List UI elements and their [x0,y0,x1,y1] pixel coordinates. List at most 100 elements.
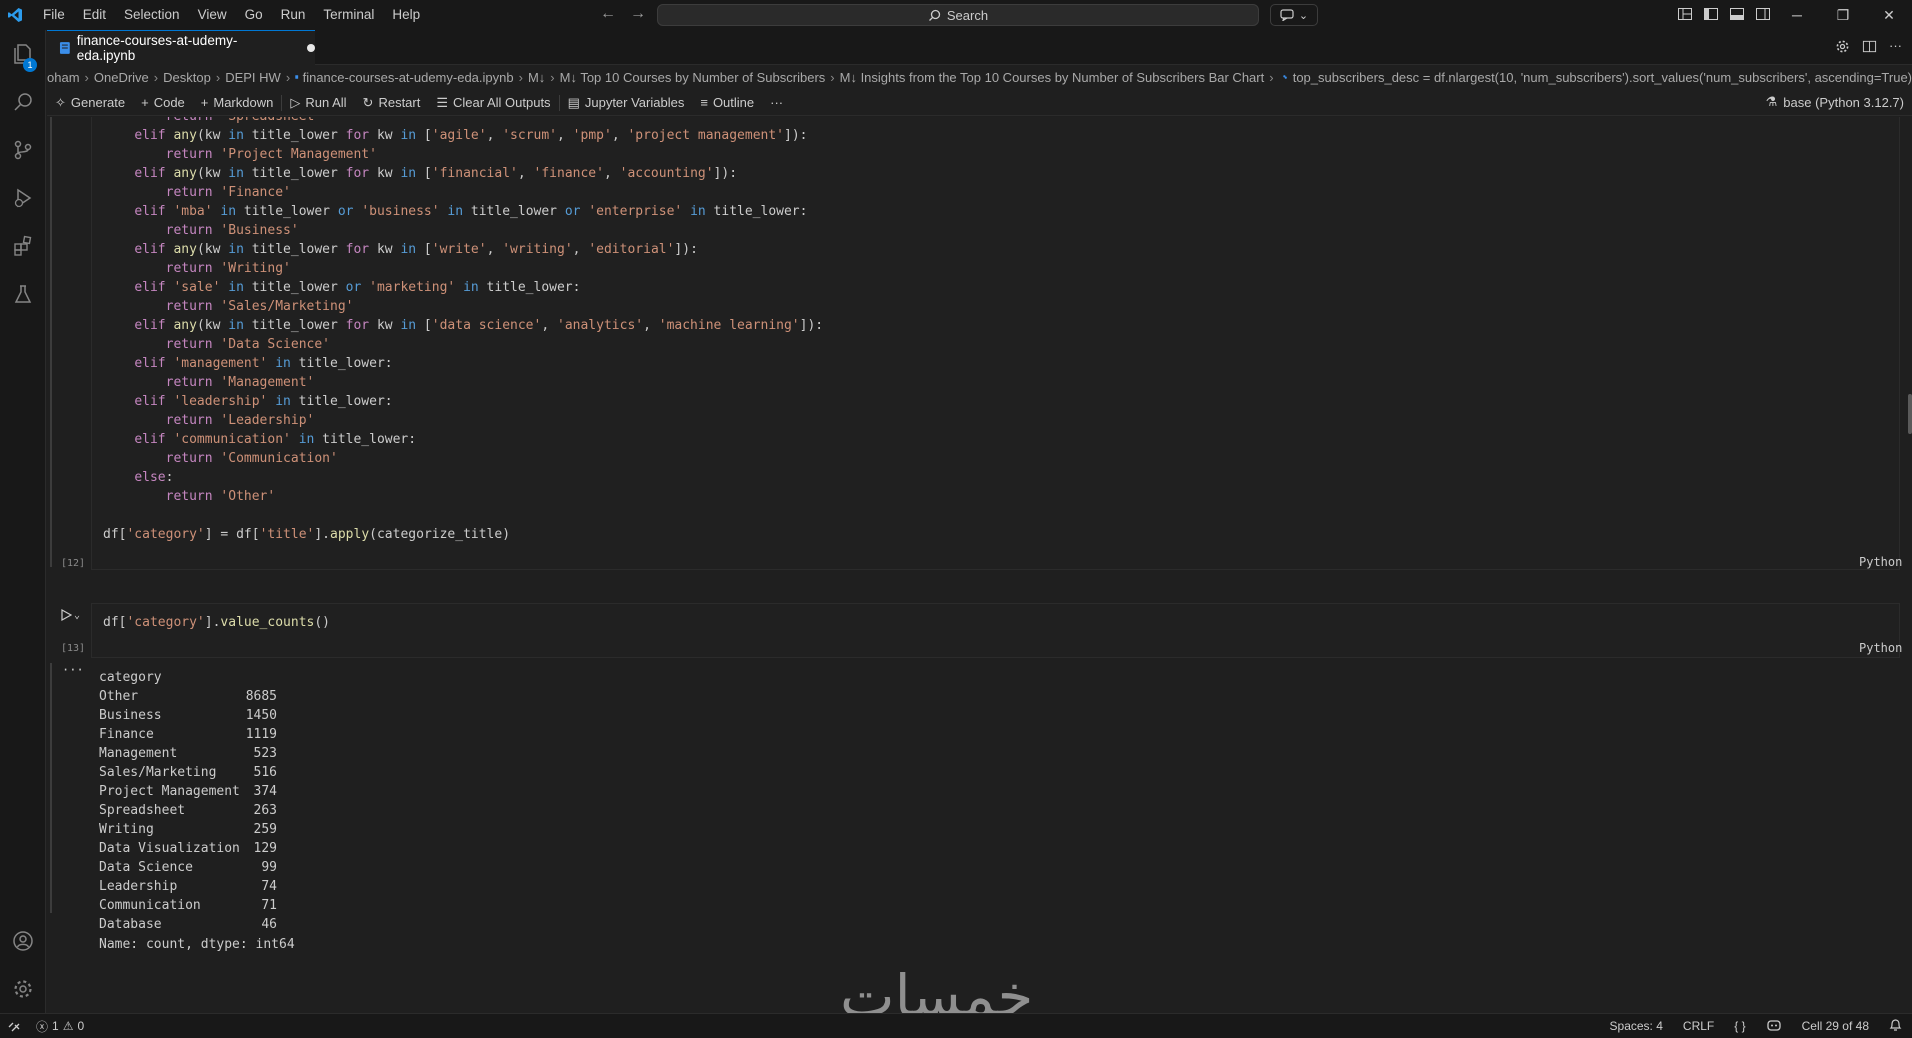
status-bar-right: Spaces: 4 CRLF { } Cell 29 of 48 [1610,1014,1902,1038]
output-row: Spreadsheet 263 [99,801,277,820]
accounts-button[interactable] [0,917,46,965]
search-view-button[interactable] [0,78,46,126]
cell-position-status[interactable]: Cell 29 of 48 [1802,1019,1869,1033]
copilot-chat-button[interactable]: ⌄ [1270,4,1318,26]
split-editor-icon[interactable] [1862,39,1877,54]
more-icon: ··· [770,95,784,110]
breadcrumb-item[interactable]: Desktop [163,70,211,85]
indentation-status[interactable]: Spaces: 4 [1610,1019,1663,1033]
search-label: Search [946,7,989,23]
code-line: df['category'] = df['title'].apply(categ… [103,527,511,542]
chevron-right-icon: › [215,69,221,85]
manage-button[interactable] [0,965,46,1013]
problems-indicator[interactable]: ⓧ 1 ⚠ 0 [36,1018,84,1035]
unsaved-dot-icon[interactable] [307,44,315,52]
breadcrumb-item[interactable]: OneDrive [94,70,149,85]
code-cell-13[interactable] [91,603,1900,658]
explorer-button[interactable]: 1 [0,30,46,78]
clear-outputs-label: Clear All Outputs [453,95,551,110]
kernel-picker[interactable]: ⚗ base (Python 3.12.7) [1766,94,1904,110]
cell-language-label[interactable]: Python [1859,555,1902,569]
customize-layout-icon[interactable] [1677,6,1695,24]
output-row-count: 71 [261,898,277,913]
plus-icon: + [141,95,149,110]
outline-button[interactable]: ≡ Outline [692,95,762,110]
close-icon[interactable]: ✕ [1866,0,1912,30]
run-debug-button[interactable] [0,174,46,222]
generate-button[interactable]: ✧ Generate [47,95,133,111]
clear-outputs-button[interactable]: ☰ Clear All Outputs [428,95,558,111]
clear-all-icon: ☰ [436,94,449,110]
run-all-icon: ▷ [290,94,301,110]
warning-count: 0 [77,1019,85,1033]
breadcrumb-item[interactable]: DEPI HW [225,70,281,85]
activity-bar: 1 [0,30,46,1013]
search-icon [928,9,941,21]
output-row: Finance 1119 [99,725,277,744]
execution-count: [12] [61,558,86,569]
back-arrow-icon[interactable]: ← [600,5,616,23]
cell-language-label[interactable]: Python [1859,641,1902,655]
code-cell-12[interactable] [91,117,1900,570]
breadcrumb-item[interactable]: M↓ Top 10 Courses by Number of Subscribe… [560,70,826,85]
output-row: Leadership 74 [99,877,277,896]
forward-arrow-icon[interactable]: → [630,5,646,23]
toggle-panel-icon[interactable] [1729,6,1747,24]
code-string: 'category' [126,615,205,630]
gear-icon[interactable] [1835,39,1850,54]
menu-help[interactable]: Help [383,0,429,30]
menu-terminal[interactable]: Terminal [314,0,383,30]
chevron-right-icon: › [518,69,523,85]
notebook-editor[interactable]: return 'Spreadsheet' elif any(kw in titl… [47,117,1912,1013]
more-toolbar-button[interactable]: ··· [762,95,791,110]
more-actions-icon[interactable]: ··· [1889,39,1902,54]
breadcrumb-item[interactable]: M↓ [528,70,545,85]
output-row-label: Other [99,689,139,704]
menu-run[interactable]: Run [272,0,315,30]
layout-controls [1677,6,1773,24]
testing-button[interactable] [0,270,46,318]
code-line: return 'Project Management' [165,147,377,162]
jupyter-variables-button[interactable]: ▤ Jupyter Variables [560,95,693,111]
tab-notebook[interactable]: finance-courses-at-udemy-eda.ipynb [47,30,315,65]
source-control-button[interactable] [0,126,46,174]
run-cell-button[interactable]: ⌄ [60,606,90,624]
code-line: return 'Communication' [165,451,338,466]
add-markdown-cell-button[interactable]: + Markdown [193,95,282,110]
add-code-cell-button[interactable]: + Code [133,95,193,110]
menu-selection[interactable]: Selection [115,0,189,30]
minimize-icon[interactable]: ─ [1774,0,1820,30]
breadcrumb-item[interactable]: finance-courses-at-udemy-eda.ipynb [303,70,514,85]
run-all-button[interactable]: ▷ Run All [282,95,354,111]
bell-icon[interactable] [1889,1018,1902,1035]
output-row: Communication 71 [99,896,277,915]
remote-indicator[interactable] [0,1014,28,1038]
editor-tab-bar: finance-courses-at-udemy-eda.ipynb ··· [47,30,1912,65]
output-row-count: 46 [261,917,277,932]
generate-label: Generate [70,95,126,110]
eol-status[interactable]: CRLF [1683,1019,1714,1033]
restore-icon[interactable]: ❐ [1820,0,1866,30]
toggle-primary-sidebar-icon[interactable] [1703,6,1721,24]
output-row: Sales/Marketing 516 [99,763,277,782]
menu-go[interactable]: Go [236,0,272,30]
breadcrumb-item[interactable]: oham [47,70,80,85]
output-focus-indicator [50,663,52,913]
output-row-label: Sales/Marketing [99,765,217,780]
restart-button[interactable]: ↻ Restart [355,95,429,111]
extensions-button[interactable] [0,222,46,270]
command-center-search[interactable]: Search [657,4,1259,26]
breadcrumb-item[interactable]: top_subscribers_desc = df.nlargest(10, '… [1293,70,1912,85]
chevron-right-icon: › [84,69,89,85]
notebook-file-icon [295,75,299,79]
output-more-icon[interactable]: ··· [62,663,84,677]
copilot-icon[interactable] [1766,1018,1782,1035]
editor-scrollbar[interactable] [1908,394,1912,434]
menu-file[interactable]: File [34,0,74,30]
breadcrumb-item[interactable]: M↓ Insights from the Top 10 Courses by N… [840,70,1265,85]
output-row-label: Data Science [99,860,193,875]
language-braces-status[interactable]: { } [1734,1019,1745,1033]
toggle-secondary-sidebar-icon[interactable] [1755,6,1773,24]
menu-edit[interactable]: Edit [74,0,115,30]
menu-view[interactable]: View [189,0,236,30]
